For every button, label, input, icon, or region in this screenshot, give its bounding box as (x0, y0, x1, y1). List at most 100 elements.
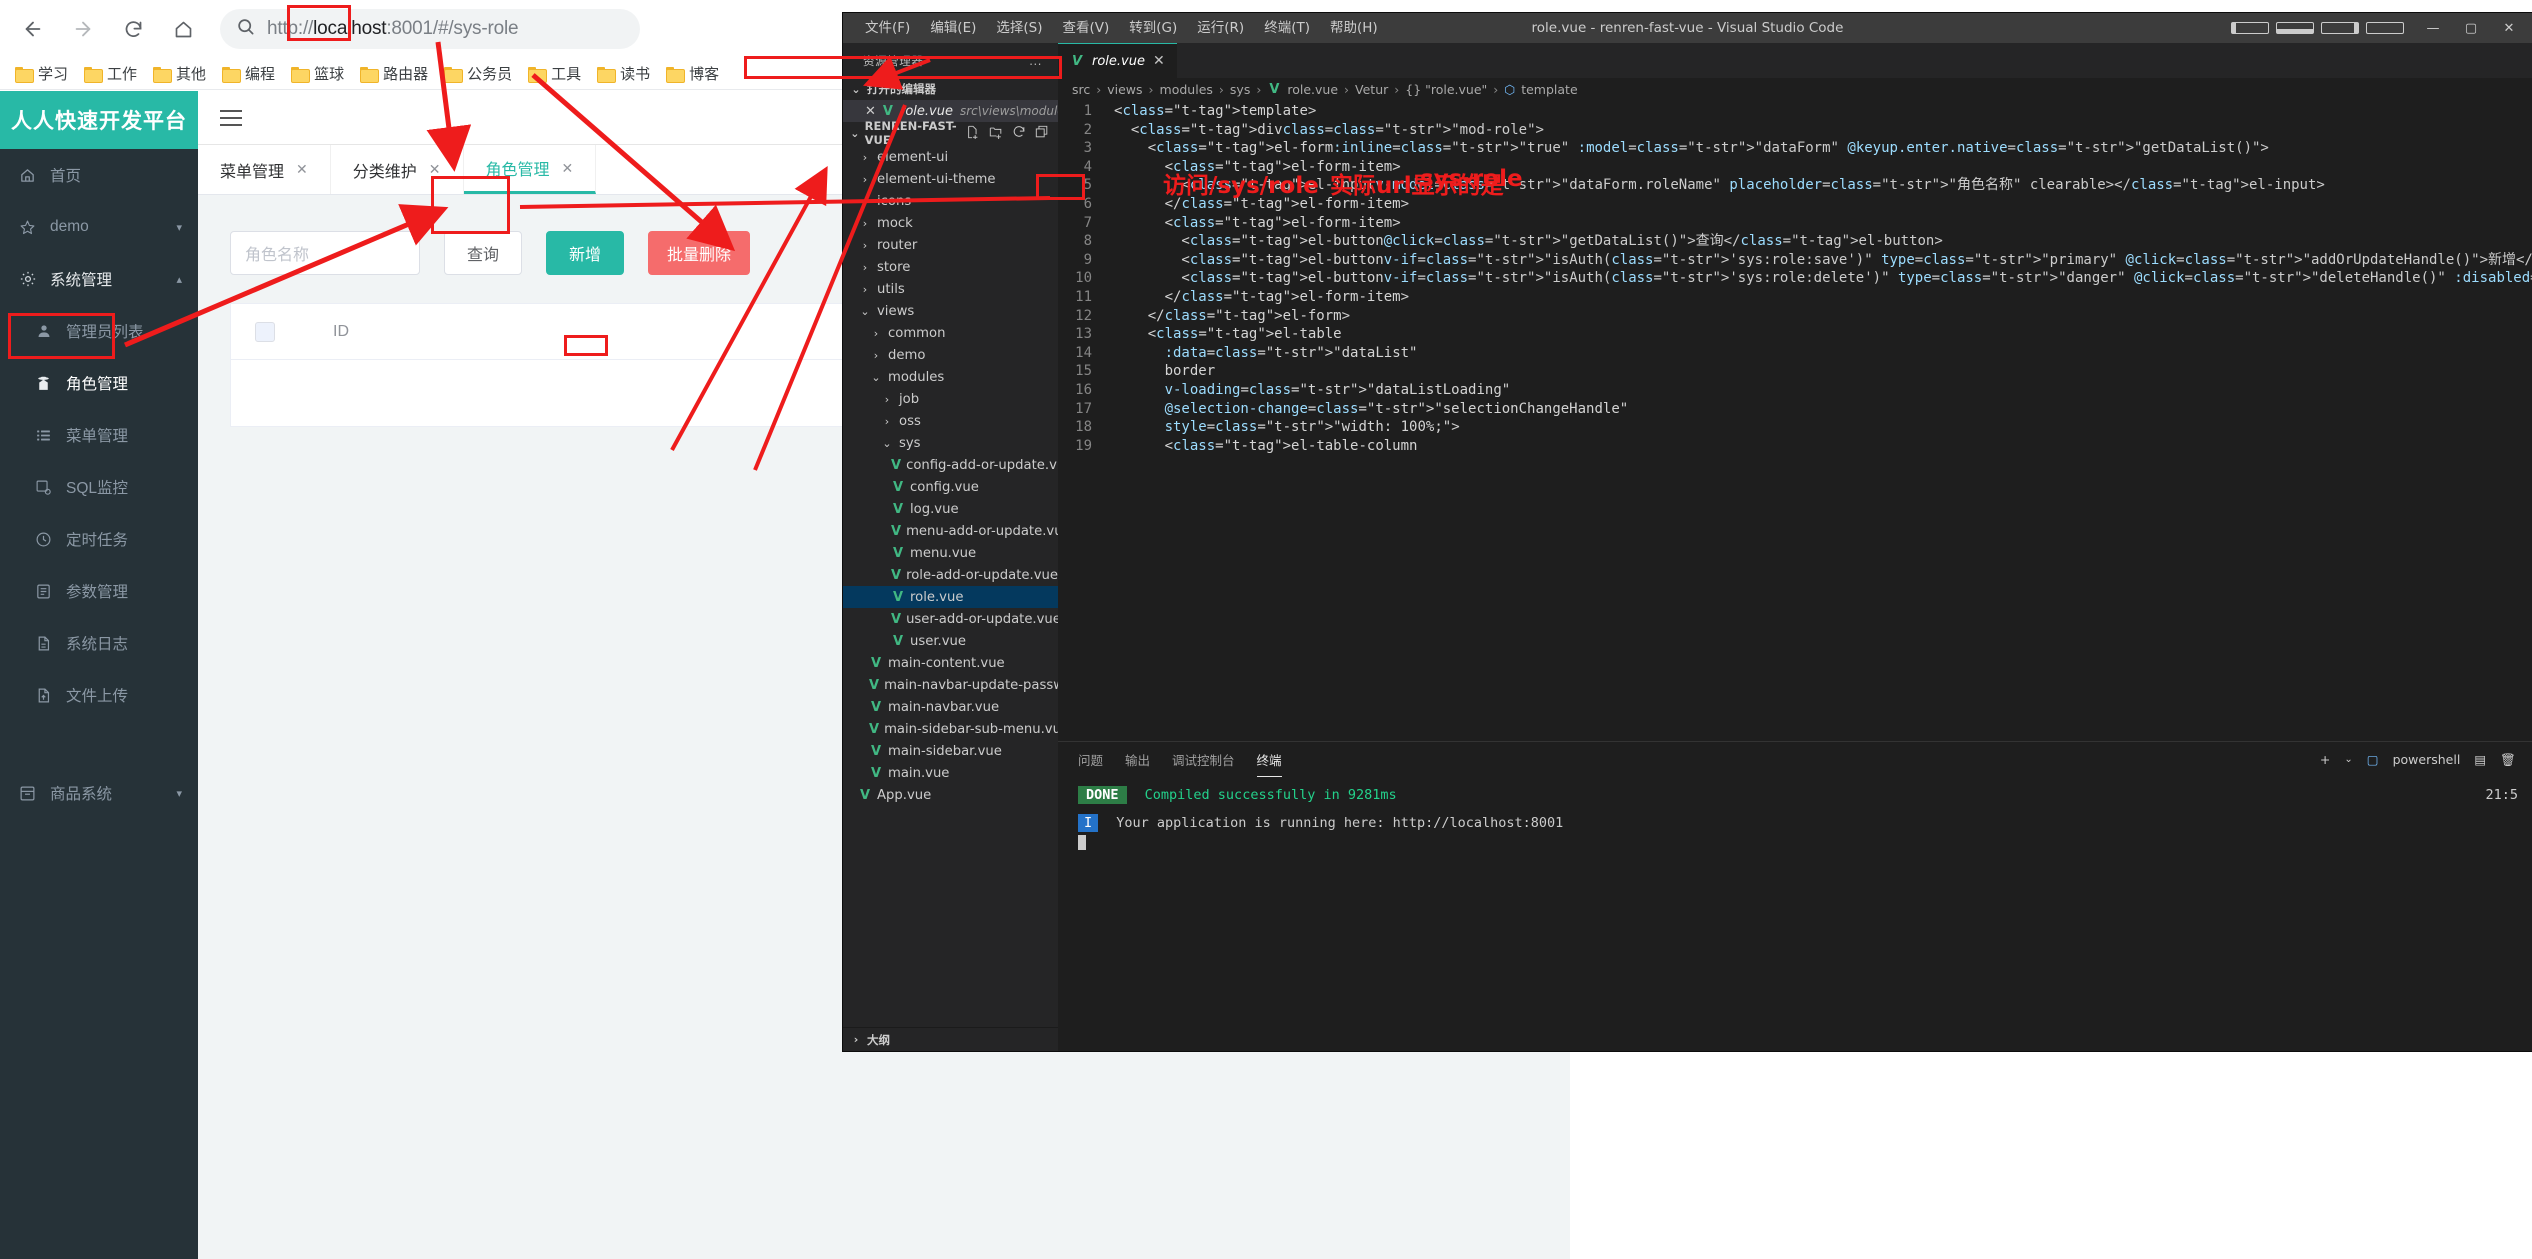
menu-selection[interactable]: 选择(S) (986, 13, 1052, 43)
sidebar-item-sql-monitor[interactable]: SQL监控 (0, 461, 198, 513)
sidebar-item-role-management[interactable]: 角色管理 (0, 357, 198, 409)
tree-folder-item[interactable]: ⌄ sys (843, 432, 1058, 454)
refresh-icon[interactable] (1012, 125, 1026, 142)
sidebar-item-home[interactable]: 首页 (0, 149, 198, 201)
bookmark-item[interactable]: 编程 (215, 60, 282, 87)
tree-file-item[interactable]: Vrole.vue (843, 586, 1058, 608)
bookmark-item[interactable]: 工作 (77, 60, 144, 87)
tree-folder-item[interactable]: › element-ui (843, 146, 1058, 168)
sidebar-item-scheduled-tasks[interactable]: 定时任务 (0, 513, 198, 565)
tree-file-item[interactable]: Vmenu-add-or-update.vue (843, 520, 1058, 542)
breadcrumb-modules[interactable]: modules (1160, 82, 1213, 97)
forward-arrow-icon[interactable] (60, 6, 106, 52)
bookmark-item[interactable]: 读书 (590, 60, 657, 87)
open-editors-section[interactable]: ⌄ 打开的编辑器 (843, 78, 1058, 100)
close-button[interactable]: ✕ (2490, 21, 2528, 36)
panel-bottom-icon[interactable] (2276, 22, 2314, 34)
tree-folder-item[interactable]: › element-ui-theme (843, 168, 1058, 190)
hamburger-icon[interactable] (220, 105, 242, 131)
tree-file-item[interactable]: Vlog.vue (843, 498, 1058, 520)
tree-file-item[interactable]: Vmain-content.vue (843, 652, 1058, 674)
close-icon[interactable]: ✕ (296, 161, 308, 178)
terminal-output[interactable]: DONE Compiled successfully in 9281ms I Y… (1058, 777, 2532, 1051)
bookmark-item[interactable]: 路由器 (353, 60, 435, 87)
sidebar-item-menu-management[interactable]: 菜单管理 (0, 409, 198, 461)
tree-folder-item[interactable]: › demo (843, 344, 1058, 366)
menu-edit[interactable]: 编辑(E) (920, 13, 986, 43)
breadcrumb-file[interactable]: role.vue (1287, 82, 1338, 97)
minimize-button[interactable]: — (2414, 21, 2452, 36)
tree-file-item[interactable]: Vmain-navbar-update-password.vue (843, 674, 1058, 696)
sidebar-item-params-management[interactable]: 参数管理 (0, 565, 198, 617)
tree-file-item[interactable]: Vmain-sidebar.vue (843, 740, 1058, 762)
tree-file-item[interactable]: Vuser.vue (843, 630, 1058, 652)
bookmark-item[interactable]: 其他 (146, 60, 213, 87)
menu-file[interactable]: 文件(F) (855, 13, 920, 43)
tree-folder-item[interactable]: › mock (843, 212, 1058, 234)
tree-folder-item[interactable]: › utils (843, 278, 1058, 300)
tree-folder-item[interactable]: ⌄ views (843, 300, 1058, 322)
close-icon[interactable]: ✕ (865, 104, 876, 119)
project-section[interactable]: ⌄ RENREN-FAST-VUE (843, 119, 1058, 147)
sidebar-item-shop-system[interactable]: 商品系统 ▾ (0, 767, 198, 819)
query-button[interactable]: 查询 (444, 231, 522, 275)
bookmark-item[interactable]: 工具 (521, 60, 588, 87)
menu-help[interactable]: 帮助(H) (1320, 13, 1388, 43)
panel-tab-problems[interactable]: 问题 (1078, 750, 1103, 769)
tree-folder-item[interactable]: › oss (843, 410, 1058, 432)
file-tree[interactable]: › element-ui › element-ui-theme › icons › mock ›… (843, 144, 1058, 1027)
breadcrumb-sys[interactable]: sys (1230, 82, 1250, 97)
panel-tab-debug-console[interactable]: 调试控制台 (1172, 750, 1235, 769)
menu-terminal[interactable]: 终端(T) (1254, 13, 1320, 43)
tree-folder-item[interactable]: › job (843, 388, 1058, 410)
tree-folder-item[interactable]: › router (843, 234, 1058, 256)
breadcrumb-views[interactable]: views (1107, 82, 1142, 97)
collapse-icon[interactable] (1035, 125, 1049, 142)
back-arrow-icon[interactable] (10, 6, 56, 52)
panel-tab-output[interactable]: 输出 (1125, 750, 1150, 769)
breadcrumb-symbol[interactable]: {} "role.vue" (1405, 82, 1487, 97)
breadcrumb-src[interactable]: src (1072, 82, 1090, 97)
new-folder-icon[interactable] (989, 125, 1003, 142)
sidebar-item-system-management[interactable]: 系统管理 ▴ (0, 253, 198, 305)
bookmark-item[interactable]: 学习 (8, 60, 75, 87)
tree-file-item[interactable]: V App.vue (843, 784, 1058, 806)
outline-section[interactable]: › 大纲 (843, 1027, 1058, 1051)
editor-tab-role-vue[interactable]: V role.vue ✕ (1058, 43, 1177, 78)
tree-file-item[interactable]: Vuser-add-or-update.vue (843, 608, 1058, 630)
add-button[interactable]: 新增 (546, 231, 624, 275)
new-file-icon[interactable] (966, 125, 980, 142)
select-all-checkbox[interactable] (255, 321, 275, 342)
close-icon[interactable]: ✕ (562, 160, 574, 177)
menu-view[interactable]: 查看(V) (1053, 13, 1120, 43)
panel-tab-terminal[interactable]: 终端 (1256, 743, 1282, 777)
sidebar-item-system-log[interactable]: 系统日志 (0, 617, 198, 669)
panel-left-icon[interactable] (2231, 22, 2269, 34)
tree-folder-item[interactable]: ⌄ modules (843, 366, 1058, 388)
home-icon[interactable] (160, 6, 206, 52)
tree-file-item[interactable]: Vmenu.vue (843, 542, 1058, 564)
sidebar-item-demo[interactable]: demo ▾ (0, 201, 198, 253)
delete-button[interactable]: 批量删除 (648, 231, 751, 275)
tree-file-item[interactable]: Vmain-navbar.vue (843, 696, 1058, 718)
maximize-button[interactable]: ▢ (2452, 21, 2490, 36)
tree-file-item[interactable]: Vconfig-add-or-update.vue (843, 454, 1058, 476)
close-icon[interactable]: ✕ (1153, 53, 1165, 69)
layout-icon[interactable] (2366, 22, 2404, 34)
reload-icon[interactable] (110, 6, 156, 52)
chevron-down-icon[interactable]: ⌄ (2344, 754, 2352, 765)
tree-file-item[interactable]: Vrole-add-or-update.vue (843, 564, 1058, 586)
breadcrumb-template[interactable]: template (1521, 82, 1577, 97)
split-terminal-icon[interactable]: ▤ (2474, 752, 2486, 767)
menu-run[interactable]: 运行(R) (1187, 13, 1254, 43)
bookmark-item[interactable]: 篮球 (284, 60, 351, 87)
tree-folder-item[interactable]: › common (843, 322, 1058, 344)
address-bar[interactable]: http://localhost:8001/#/sys-role (220, 9, 640, 49)
tab-menu-management[interactable]: 菜单管理 ✕ (198, 145, 331, 194)
breadcrumb-vetur[interactable]: Vetur (1355, 82, 1388, 97)
tree-folder-item[interactable]: › store (843, 256, 1058, 278)
tree-file-item[interactable]: Vconfig.vue (843, 476, 1058, 498)
panel-right-icon[interactable] (2321, 22, 2359, 34)
tree-file-item[interactable]: Vmain.vue (843, 762, 1058, 784)
tree-folder-item[interactable]: › icons (843, 190, 1058, 212)
